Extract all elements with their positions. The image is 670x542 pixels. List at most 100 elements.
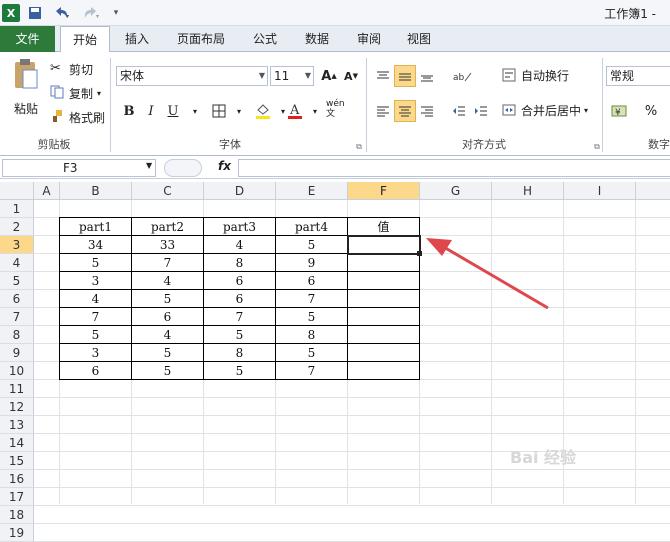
row-header-9[interactable]: 9 bbox=[0, 344, 34, 362]
cell-e6[interactable]: 7 bbox=[276, 290, 348, 308]
row-header-12[interactable]: 12 bbox=[0, 398, 34, 416]
cell-d5[interactable]: 6 bbox=[204, 272, 276, 290]
cell-e9[interactable]: 5 bbox=[276, 344, 348, 362]
align-left-icon[interactable] bbox=[372, 100, 394, 122]
paste-button[interactable]: 粘贴 bbox=[6, 58, 46, 128]
row-header-19[interactable]: 19 bbox=[0, 524, 34, 542]
wrap-text-button[interactable]: 自动换行 bbox=[502, 67, 569, 84]
select-all-corner[interactable] bbox=[0, 182, 34, 200]
align-center-icon[interactable] bbox=[394, 100, 416, 122]
cell-e4[interactable]: 9 bbox=[276, 254, 348, 272]
active-cell-f3[interactable] bbox=[347, 235, 421, 255]
merge-center-button[interactable]: 合并后居中 ▾ bbox=[502, 102, 588, 119]
column-header-h[interactable]: H bbox=[492, 182, 564, 200]
tab-view[interactable]: 视图 bbox=[398, 26, 440, 52]
currency-icon[interactable]: ¥ bbox=[608, 100, 636, 122]
tab-file[interactable]: 文件 bbox=[0, 26, 55, 52]
cell-d7[interactable]: 7 bbox=[204, 308, 276, 326]
cell-c8[interactable]: 4 bbox=[132, 326, 204, 344]
bold-button[interactable]: B bbox=[118, 100, 140, 122]
column-header-j[interactable] bbox=[636, 182, 670, 200]
cell-d6[interactable]: 6 bbox=[204, 290, 276, 308]
font-size-select[interactable]: 11 ▼ bbox=[270, 66, 314, 86]
fill-color-icon[interactable] bbox=[252, 100, 274, 122]
orientation-icon[interactable]: ab bbox=[448, 65, 476, 87]
cell-c10[interactable]: 5 bbox=[132, 362, 204, 380]
row-header-1[interactable]: 1 bbox=[0, 200, 34, 218]
cut-button[interactable]: ✂ 剪切 bbox=[50, 60, 93, 78]
tab-data[interactable]: 数据 bbox=[296, 26, 338, 52]
cell-d3[interactable]: 4 bbox=[204, 236, 276, 254]
cell-b4[interactable]: 5 bbox=[60, 254, 132, 272]
row-header-17[interactable]: 17 bbox=[0, 488, 34, 506]
grow-font-button[interactable]: A ▲ bbox=[318, 65, 340, 87]
row-header-5[interactable]: 5 bbox=[0, 272, 34, 290]
cell-b6[interactable]: 4 bbox=[60, 290, 132, 308]
row-header-14[interactable]: 14 bbox=[0, 434, 34, 452]
name-box-dropdown-icon[interactable]: ▼ bbox=[146, 161, 152, 170]
insert-function-icon[interactable]: fx bbox=[218, 159, 231, 173]
phonetic-button[interactable]: wén 文 bbox=[326, 98, 356, 120]
row-header-18[interactable]: 18 bbox=[0, 506, 34, 524]
font-color-dropdown-icon[interactable]: ▾ bbox=[304, 100, 326, 122]
tab-page-layout[interactable]: 页面布局 bbox=[170, 26, 232, 52]
cell-c6[interactable]: 5 bbox=[132, 290, 204, 308]
redo-icon[interactable]: ▾ bbox=[80, 4, 104, 22]
cell-e10[interactable]: 7 bbox=[276, 362, 348, 380]
cell-c4[interactable]: 7 bbox=[132, 254, 204, 272]
formula-input[interactable] bbox=[238, 159, 670, 177]
cell-f10[interactable] bbox=[348, 362, 420, 380]
cell-f4[interactable] bbox=[348, 254, 420, 272]
column-header-b[interactable]: B bbox=[60, 182, 132, 200]
cell-b9[interactable]: 3 bbox=[60, 344, 132, 362]
underline-dropdown-icon[interactable]: ▾ bbox=[184, 100, 206, 122]
copy-button[interactable]: 复制 ▾ bbox=[50, 84, 101, 102]
align-right-icon[interactable] bbox=[416, 100, 438, 122]
table-header-f[interactable]: 值 bbox=[348, 218, 420, 236]
column-header-a[interactable]: A bbox=[34, 182, 60, 200]
cell-f8[interactable] bbox=[348, 326, 420, 344]
cell-f6[interactable] bbox=[348, 290, 420, 308]
cell-c5[interactable]: 4 bbox=[132, 272, 204, 290]
font-color-icon[interactable]: A bbox=[284, 100, 306, 122]
customize-toolbar-icon[interactable]: ▾ bbox=[110, 4, 122, 22]
row-header-13[interactable]: 13 bbox=[0, 416, 34, 434]
cell-b3[interactable]: 34 bbox=[60, 236, 132, 254]
format-painter-button[interactable]: 格式刷 bbox=[50, 108, 105, 126]
borders-icon[interactable] bbox=[208, 100, 230, 122]
align-top-icon[interactable] bbox=[372, 65, 394, 87]
tab-formulas[interactable]: 公式 bbox=[244, 26, 286, 52]
column-header-f[interactable]: F bbox=[348, 182, 420, 200]
row-header-16[interactable]: 16 bbox=[0, 470, 34, 488]
cell-b8[interactable]: 5 bbox=[60, 326, 132, 344]
table-header-c[interactable]: part2 bbox=[132, 218, 204, 236]
cell-e5[interactable]: 6 bbox=[276, 272, 348, 290]
cell-b10[interactable]: 6 bbox=[60, 362, 132, 380]
column-header-g[interactable]: G bbox=[420, 182, 492, 200]
column-header-d[interactable]: D bbox=[204, 182, 276, 200]
table-header-b[interactable]: part1 bbox=[60, 218, 132, 236]
column-header-e[interactable]: E bbox=[276, 182, 348, 200]
align-middle-icon[interactable] bbox=[394, 65, 416, 87]
row-header-2[interactable]: 2 bbox=[0, 218, 34, 236]
decrease-indent-icon[interactable] bbox=[448, 100, 470, 122]
column-header-c[interactable]: C bbox=[132, 182, 204, 200]
row-header-6[interactable]: 6 bbox=[0, 290, 34, 308]
cell-d9[interactable]: 8 bbox=[204, 344, 276, 362]
save-icon[interactable] bbox=[26, 4, 44, 22]
font-name-select[interactable]: 宋体 ▼ bbox=[116, 66, 268, 86]
increase-indent-icon[interactable] bbox=[470, 100, 492, 122]
cell-e8[interactable]: 8 bbox=[276, 326, 348, 344]
cell-d4[interactable]: 8 bbox=[204, 254, 276, 272]
cell-e7[interactable]: 5 bbox=[276, 308, 348, 326]
number-format-select[interactable]: 常规 bbox=[606, 66, 670, 86]
cell-f5[interactable] bbox=[348, 272, 420, 290]
table-header-d[interactable]: part3 bbox=[204, 218, 276, 236]
cell-d10[interactable]: 5 bbox=[204, 362, 276, 380]
cell-c9[interactable]: 5 bbox=[132, 344, 204, 362]
row-header-8[interactable]: 8 bbox=[0, 326, 34, 344]
underline-button[interactable]: U bbox=[162, 100, 184, 122]
name-box[interactable]: F3 bbox=[2, 159, 156, 177]
cell-b7[interactable]: 7 bbox=[60, 308, 132, 326]
alignment-dialog-launcher-icon[interactable]: ⧉ bbox=[586, 136, 608, 158]
